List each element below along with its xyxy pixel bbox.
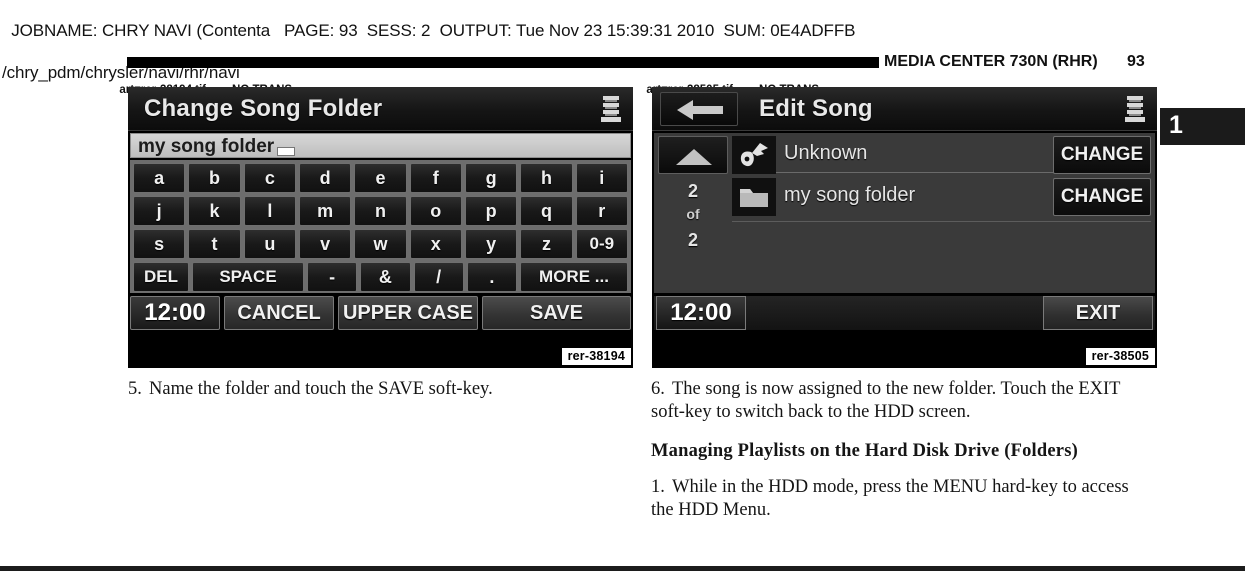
right-title-bar: Edit Song — [652, 87, 1157, 131]
clock-display: 12:00 — [656, 296, 746, 330]
step-6-number: 6. — [651, 379, 665, 399]
key-del[interactable]: DEL — [133, 262, 189, 292]
folder-name-value: my song folder — [138, 136, 275, 157]
step-1-number: 1. — [651, 477, 665, 497]
key-q[interactable]: q — [520, 196, 573, 226]
left-screen-title: Change Song Folder — [144, 95, 383, 122]
keyboard-row: jklmnopqr — [133, 196, 628, 226]
step-6-text: The song is now assigned to the new fold… — [651, 379, 1121, 422]
key-t[interactable]: t — [188, 229, 241, 259]
chapter-tab-number: 1 — [1169, 111, 1183, 139]
footer-rule — [0, 566, 1245, 571]
left-art-code: rer-38194 — [561, 348, 631, 365]
left-soft-key-bar: 12:00 CANCEL UPPER CASE SAVE — [130, 296, 631, 330]
step-5-number: 5. — [128, 379, 142, 399]
list-row: Unknown CHANGE — [732, 136, 1151, 174]
hdd-stack-icon — [1124, 95, 1146, 123]
key-0-9[interactable]: 0-9 — [575, 229, 628, 259]
exit-button[interactable]: EXIT — [1043, 296, 1153, 330]
clock-display: 12:00 — [130, 296, 220, 330]
step-1: 1. While in the HDD mode, press the MENU … — [651, 476, 1154, 522]
folder-name: my song folder — [784, 184, 916, 206]
guitar-icon — [732, 136, 776, 174]
key-i[interactable]: i — [575, 163, 628, 193]
right-screen-title: Edit Song — [759, 95, 873, 122]
screenshot-edit-song: Edit Song 2 of 2 Unknown CHANGE my song … — [652, 87, 1157, 368]
row-underline — [776, 172, 1086, 173]
key-l[interactable]: l — [243, 196, 296, 226]
left-title-bar: Change Song Folder — [128, 87, 633, 131]
step-5: 5. Name the folder and touch the SAVE sof… — [128, 378, 633, 401]
section-subhead: Managing Playlists on the Hard Disk Driv… — [651, 441, 1078, 461]
key-m[interactable]: m — [298, 196, 352, 226]
key-b[interactable]: b — [188, 163, 241, 193]
keyboard-function-row: DEL SPACE - & /. MORE ... — [133, 262, 628, 292]
screenshot-change-song-folder: Change Song Folder my song folder abcdef… — [128, 87, 633, 368]
key-u[interactable]: u — [243, 229, 296, 259]
list-row: my song folder CHANGE — [732, 178, 1151, 216]
key-x[interactable]: x — [409, 229, 462, 259]
key-j[interactable]: j — [133, 196, 186, 226]
key-n[interactable]: n — [354, 196, 407, 226]
right-art-code: rer-38505 — [1085, 348, 1155, 365]
page-indicator-current: 2 — [687, 181, 698, 201]
key-z[interactable]: z — [520, 229, 573, 259]
page-indicator-of: of — [686, 206, 700, 222]
scroll-up-button[interactable] — [658, 136, 728, 174]
folder-icon — [732, 178, 776, 216]
running-head-rule — [127, 57, 879, 68]
cancel-button[interactable]: CANCEL — [224, 296, 334, 330]
body-column-right: 6. The song is now assigned to the new fo… — [651, 378, 1154, 538]
body-column-left: 5. Name the folder and touch the SAVE sof… — [128, 378, 633, 417]
job-header-line1: JOBNAME: CHRY NAVI (Contenta PAGE: 93 SE… — [11, 21, 856, 40]
key-e[interactable]: e — [354, 163, 407, 193]
key-v[interactable]: v — [298, 229, 352, 259]
hdd-stack-icon — [600, 95, 622, 123]
back-button[interactable] — [660, 92, 738, 126]
key-p[interactable]: p — [464, 196, 518, 226]
key-sym4[interactable]: / — [413, 262, 464, 292]
page-number: 93 — [1127, 53, 1145, 70]
key-c[interactable]: c — [243, 163, 296, 193]
key-g[interactable]: g — [464, 163, 518, 193]
artist-name: Unknown — [784, 142, 868, 164]
key-k[interactable]: k — [188, 196, 241, 226]
list-divider — [732, 221, 1151, 222]
key-more[interactable]: MORE ... — [520, 262, 628, 292]
key-s[interactable]: s — [133, 229, 186, 259]
key-d[interactable]: d — [298, 163, 352, 193]
text-cursor — [277, 147, 295, 156]
change-artist-button[interactable]: CHANGE — [1053, 136, 1151, 174]
folder-name-input[interactable]: my song folder — [130, 133, 631, 158]
key-y[interactable]: y — [464, 229, 518, 259]
chapter-tab: 1 — [1160, 108, 1245, 145]
key-r[interactable]: r — [575, 196, 628, 226]
save-button[interactable]: SAVE — [482, 296, 631, 330]
page-indicator: 2 of 2 — [658, 179, 728, 255]
key-sym3[interactable]: & — [360, 262, 411, 292]
step-6: 6. The song is now assigned to the new fo… — [651, 378, 1154, 424]
key-space[interactable]: SPACE — [192, 262, 304, 292]
key-f[interactable]: f — [409, 163, 462, 193]
step-5-text: Name the folder and touch the SAVE soft-… — [149, 379, 493, 399]
page-indicator-total: 2 — [687, 230, 698, 250]
key-sym2[interactable]: - — [307, 262, 358, 292]
change-folder-button[interactable]: CHANGE — [1053, 178, 1151, 216]
on-screen-keyboard: abcdefghi jklmnopqr s t u v w x y z 0-9 DEL SPACE… — [130, 160, 631, 293]
keyboard-row: s t u v w x y z 0-9 — [133, 229, 628, 259]
key-w[interactable]: w — [354, 229, 407, 259]
key-a[interactable]: a — [133, 163, 186, 193]
right-soft-key-bar: 12:00 EXIT — [654, 296, 1155, 330]
key-o[interactable]: o — [409, 196, 462, 226]
step-1-text: While in the HDD mode, press the MENU ha… — [651, 477, 1129, 520]
key-h[interactable]: h — [520, 163, 573, 193]
running-head-title: MEDIA CENTER 730N (RHR) — [884, 53, 1098, 70]
key-sym5[interactable]: . — [466, 262, 517, 292]
keyboard-row: abcdefghi — [133, 163, 628, 193]
edit-song-list: 2 of 2 Unknown CHANGE my song folder CHA… — [654, 133, 1155, 293]
upper-case-button[interactable]: UPPER CASE — [338, 296, 478, 330]
